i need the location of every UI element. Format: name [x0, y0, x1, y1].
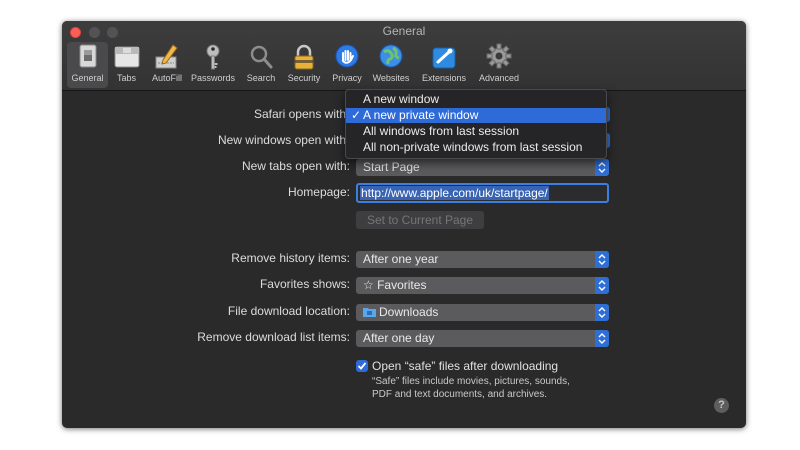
open-safe-files-checkbox[interactable] [356, 360, 368, 372]
remove-history-items-select[interactable]: After one year [356, 251, 609, 268]
tab-websites[interactable]: Websites [368, 42, 414, 88]
menu-item-label: All non-private windows from last sessio… [363, 140, 583, 154]
set-to-current-page-button[interactable]: Set to Current Page [356, 211, 484, 229]
tab-privacy[interactable]: Privacy [328, 42, 366, 88]
remove-download-list-items-label: Remove download list items: [197, 330, 350, 344]
tab-general-label: General [71, 73, 104, 83]
chevron-updown-icon [595, 251, 609, 268]
menu-item-all-windows-last-session[interactable]: All windows from last session [346, 124, 606, 139]
open-safe-files-label[interactable]: Open “safe” files after downloading [372, 359, 558, 373]
padlock-icon [291, 43, 317, 71]
homepage-field[interactable]: http://www.apple.com/uk/startpage/ [356, 183, 609, 203]
tab-security[interactable]: Security [282, 42, 326, 88]
safe-files-description: “Safe” files include movies, pictures, s… [372, 376, 570, 400]
magnifier-icon [248, 43, 274, 71]
menu-item-new-private-window[interactable]: ✓ A new private window [346, 108, 606, 123]
remove-history-items-label: Remove history items: [231, 251, 350, 265]
favorites-shows-label: Favorites shows: [259, 277, 350, 291]
tab-privacy-label: Privacy [332, 73, 362, 83]
remove-download-list-items-value: After one day [363, 331, 435, 345]
remove-history-items-value: After one year [363, 252, 439, 266]
menu-item-label: A new private window [363, 108, 479, 122]
chevron-updown-icon [595, 330, 609, 347]
tab-search[interactable]: Search [242, 42, 280, 88]
key-icon [200, 43, 226, 71]
tab-tabs-label: Tabs [116, 73, 136, 83]
favorites-shows-value: Favorites [377, 278, 427, 292]
tab-general[interactable]: General [67, 42, 108, 88]
gear-icon [486, 43, 512, 71]
safari-opens-with-label: Safari opens with [253, 107, 346, 121]
tab-security-label: Security [287, 73, 321, 83]
tab-extensions[interactable]: Extensions [418, 42, 470, 88]
menu-item-all-non-private-windows[interactable]: All non-private windows from last sessio… [346, 140, 606, 155]
menu-item-label: A new window [363, 92, 440, 106]
tabs-icon [114, 43, 140, 71]
file-download-location-select[interactable]: Downloads [356, 304, 609, 321]
new-tabs-open-with-value: Start Page [363, 160, 420, 174]
tab-search-label: Search [246, 73, 276, 83]
tab-tabs[interactable]: Tabs [110, 42, 143, 88]
pencil-icon [154, 43, 180, 71]
tab-autofill[interactable]: AutoFill [146, 42, 188, 88]
menu-item-label: All windows from last session [363, 124, 520, 138]
tab-advanced[interactable]: Advanced [474, 42, 524, 88]
new-tabs-open-with-label: New tabs open with: [241, 159, 350, 173]
checkmark-icon [357, 362, 367, 370]
tab-extensions-label: Extensions [421, 73, 467, 83]
new-tabs-open-with-select[interactable]: Start Page [356, 159, 609, 176]
globe-icon [378, 43, 404, 71]
preferences-window: General General Tabs AutoFill Passwords [62, 21, 746, 428]
chevron-updown-icon [595, 277, 609, 294]
homepage-value: http://www.apple.com/uk/startpage/ [360, 186, 549, 200]
new-windows-open-with-label: New windows open with [217, 133, 346, 147]
star-icon: ☆ [363, 278, 378, 292]
safari-opens-with-menu: A new window ✓ A new private window All … [345, 89, 607, 159]
tab-websites-label: Websites [372, 73, 410, 83]
menu-item-new-window[interactable]: A new window [346, 92, 606, 107]
help-button[interactable]: ? [714, 398, 729, 413]
hand-icon [334, 43, 360, 71]
toolbar: General General Tabs AutoFill Passwords [62, 21, 746, 91]
tab-passwords[interactable]: Passwords [188, 42, 238, 88]
tab-autofill-label: AutoFill [151, 73, 182, 83]
folder-icon [363, 305, 379, 319]
chevron-updown-icon [595, 159, 609, 176]
remove-download-list-items-select[interactable]: After one day [356, 330, 609, 347]
tab-passwords-label: Passwords [190, 73, 235, 83]
window-title: General [382, 24, 426, 38]
chevron-updown-icon [595, 304, 609, 321]
puzzle-icon [431, 43, 457, 71]
tab-advanced-label: Advanced [478, 73, 520, 83]
file-download-location-value: Downloads [379, 305, 439, 319]
switch-icon [75, 43, 101, 71]
favorites-shows-select[interactable]: ☆ Favorites [356, 277, 609, 294]
checkmark-icon: ✓ [351, 108, 362, 122]
file-download-location-label: File download location: [227, 304, 350, 318]
homepage-label: Homepage: [287, 185, 350, 199]
